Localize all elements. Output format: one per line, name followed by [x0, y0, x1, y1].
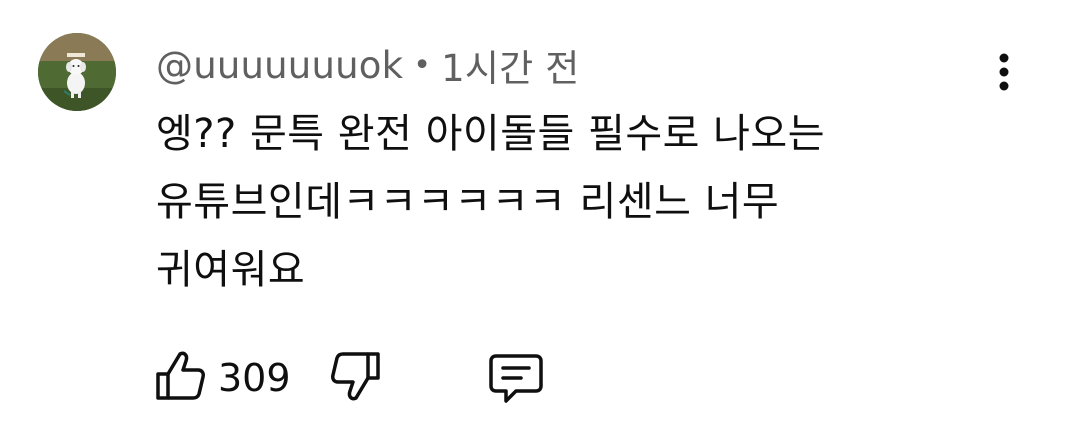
comment-text: 엥?? 문특 완전 아이돌들 필수로 나오는 유튜브인데ㅋㅋㅋㅋㅋㅋ 리센느 너… — [156, 111, 826, 293]
like-button[interactable] — [152, 346, 208, 406]
comment-actions: 309 — [152, 346, 572, 408]
thumbs-up-icon — [156, 351, 205, 400]
comment-header: @uuuuuuuok • 1시간 전 — [156, 38, 580, 92]
reply-comment-icon — [489, 354, 543, 403]
author-name[interactable]: @uuuuuuuok — [156, 44, 403, 87]
dislike-button[interactable] — [328, 346, 384, 406]
more-vertical-icon — [999, 53, 1009, 91]
reply-button[interactable] — [486, 346, 546, 408]
comment-item: @uuuuuuuok • 1시간 전 엥?? 문특 완전 아이돌들 필수로 나오… — [0, 0, 1080, 427]
dog-avatar-icon — [38, 33, 116, 111]
comment-menu-button[interactable] — [986, 48, 1022, 96]
like-count: 309 — [218, 356, 291, 400]
comment-timestamp[interactable]: 1시간 전 — [441, 38, 579, 92]
meta-separator: • — [413, 47, 432, 83]
author-avatar[interactable] — [38, 33, 116, 111]
thumbs-down-icon — [331, 352, 380, 401]
